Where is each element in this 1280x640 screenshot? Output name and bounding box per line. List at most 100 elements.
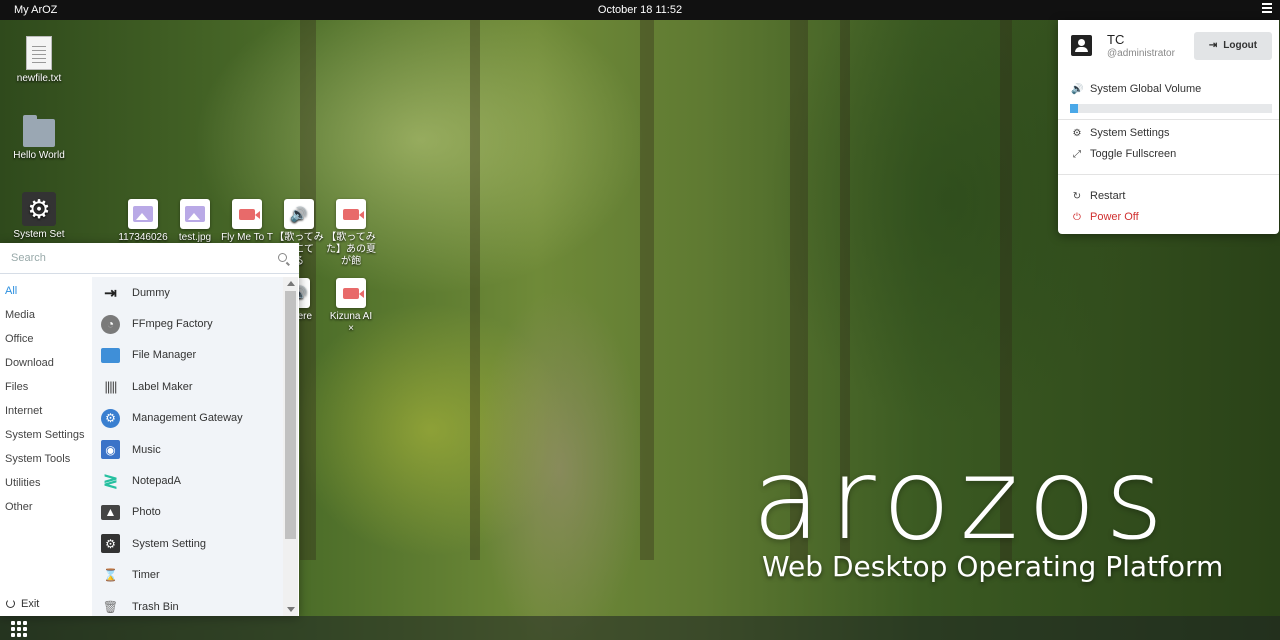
desktop-icon-label: System Set (13, 229, 65, 240)
login-arrow-icon: ⇥ (104, 284, 117, 302)
image-icon (133, 206, 153, 222)
desktop-icon-newfile[interactable]: newfile.txt (9, 36, 69, 85)
folder-icon (23, 115, 55, 147)
app-item-label-maker[interactable]: ||||| Label Maker (92, 371, 283, 402)
app-label: Label Maker (132, 380, 193, 393)
clock: October 18 11:52 (597, 4, 683, 16)
app-label: Photo (132, 506, 161, 519)
avatar (1071, 35, 1092, 56)
toggle-fullscreen-label: Toggle Fullscreen (1090, 148, 1177, 160)
desktop-icon-label: newfile.txt (16, 73, 62, 84)
app-item-management-gateway[interactable]: ⚙ Management Gateway (92, 403, 283, 434)
video-icon (343, 208, 364, 220)
app-item-trash-bin[interactable]: 🗑 Trash Bin (92, 591, 283, 616)
category-files[interactable]: Files (0, 375, 90, 399)
category-list: All Media Office Download Files Internet… (0, 279, 90, 519)
app-launcher-icon[interactable] (11, 621, 27, 637)
power-icon (6, 599, 15, 608)
scroll-up-icon[interactable] (287, 281, 295, 286)
power-off-label: Power Off (1090, 211, 1139, 223)
app-list: ⇥ Dummy ◔ FFmpeg Factory File Manager ||… (92, 277, 283, 616)
power-off-item[interactable]: ⏻ Power Off (1071, 211, 1139, 223)
app-label: Dummy (132, 286, 170, 299)
divider (1058, 119, 1279, 120)
app-item-photo[interactable]: ▲ Photo (92, 497, 283, 528)
desktop-icon-video[interactable]: 【歌ってみ た】あの夏 が飽 (321, 199, 381, 268)
user-handle: @administrator (1107, 48, 1175, 59)
app-label: FFmpeg Factory (132, 318, 213, 331)
restart-label: Restart (1090, 190, 1126, 202)
divider (1058, 174, 1279, 175)
category-system-settings[interactable]: System Settings (0, 423, 90, 447)
taskbar (0, 616, 1280, 640)
tree-trunk (470, 20, 480, 560)
music-disc-icon: ◉ (101, 440, 120, 460)
search-bar (0, 243, 299, 274)
user-name: TC (1107, 32, 1125, 47)
start-menu: All Media Office Download Files Internet… (0, 243, 299, 616)
app-label: Music (132, 443, 161, 456)
tree-trunk (640, 20, 654, 560)
scroll-down-icon[interactable] (287, 607, 295, 612)
app-item-system-setting[interactable]: ⚙ System Setting (92, 528, 283, 559)
scrollbar-thumb[interactable] (285, 291, 296, 539)
restart-item[interactable]: ↻ Restart (1071, 190, 1126, 202)
brand-subtitle: Web Desktop Operating Platform (762, 550, 1224, 583)
volume-label: System Global Volume (1090, 83, 1202, 95)
category-system-tools[interactable]: System Tools (0, 447, 90, 471)
app-label: Trash Bin (132, 600, 179, 613)
power-icon: ⏻ (1073, 211, 1081, 223)
gear-icon: ⚙ (22, 192, 56, 226)
app-label: File Manager (132, 349, 197, 362)
app-item-dummy[interactable]: ⇥ Dummy (92, 277, 283, 308)
exit-label: Exit (21, 598, 40, 610)
app-label: NotepadA (132, 475, 181, 488)
category-utilities[interactable]: Utilities (0, 471, 90, 495)
app-item-notepada[interactable]: ≷ NotepadA (92, 465, 283, 496)
desktop-icon-video[interactable]: Fly Me To T (217, 199, 277, 244)
logout-button[interactable]: ⇥ Logout (1194, 32, 1272, 60)
desktop-icon-label: Kizuna AI × (329, 311, 373, 334)
hamburger-icon[interactable] (1262, 3, 1272, 15)
category-download[interactable]: Download (0, 351, 90, 375)
user-panel: TC @administrator ⇥ Logout 🔊 System Globa… (1058, 20, 1279, 234)
category-other[interactable]: Other (0, 495, 90, 519)
category-all[interactable]: All (0, 279, 90, 303)
top-bar: My ArOZ October 18 11:52 (0, 0, 1280, 20)
gear-icon: ⚙ (101, 534, 120, 554)
restart-icon: ↻ (1072, 190, 1082, 202)
brand-title: arozos (752, 435, 1173, 565)
app-label: Timer (132, 569, 160, 582)
hourglass-icon: ⌛ (103, 568, 118, 583)
video-icon (343, 287, 364, 299)
gateway-icon: ⚙ (101, 408, 120, 428)
fullscreen-icon: ⤢ (1073, 148, 1081, 160)
desktop-icon-video[interactable]: Kizuna AI × (321, 278, 381, 335)
search-icon[interactable] (278, 253, 287, 262)
app-list-scrollbar[interactable] (283, 277, 298, 616)
app-item-timer[interactable]: ⌛ Timer (92, 560, 283, 591)
barcode-icon: ||||| (104, 379, 118, 395)
category-media[interactable]: Media (0, 303, 90, 327)
video-icon (239, 208, 260, 220)
app-item-music[interactable]: ◉ Music (92, 434, 283, 465)
desktop-icon-image[interactable]: 117346026 (113, 199, 173, 244)
folder-icon (101, 347, 120, 363)
exit-button[interactable]: Exit (6, 598, 39, 610)
text-file-icon (26, 36, 52, 70)
system-settings-label: System Settings (1090, 127, 1170, 139)
volume-slider[interactable] (1070, 104, 1272, 113)
desktop-icon-hello-world[interactable]: Hello World (9, 115, 69, 162)
desktop-icon-label: 【歌ってみ た】あの夏 が飽 (326, 232, 376, 267)
category-internet[interactable]: Internet (0, 399, 90, 423)
toggle-fullscreen-item[interactable]: ⤢ Toggle Fullscreen (1071, 148, 1176, 160)
desktop-icon-system-settings[interactable]: ⚙ System Set (9, 192, 69, 241)
desktop-icon-test-jpg[interactable]: test.jpg (165, 199, 225, 244)
app-item-ffmpeg-factory[interactable]: ◔ FFmpeg Factory (92, 308, 283, 339)
audio-icon: 🔊 (290, 205, 308, 222)
category-office[interactable]: Office (0, 327, 90, 351)
system-settings-item[interactable]: ⚙ System Settings (1071, 127, 1170, 139)
app-item-file-manager[interactable]: File Manager (92, 340, 283, 371)
search-input[interactable] (0, 243, 260, 273)
volume-icon: 🔊 (1071, 83, 1084, 95)
